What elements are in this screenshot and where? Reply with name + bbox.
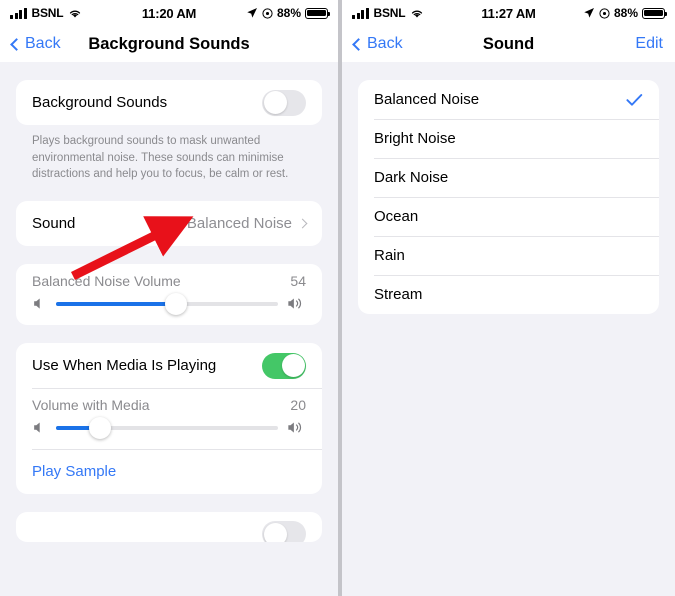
location-arrow-icon xyxy=(247,8,257,18)
status-bar-left: BSNL 11:20 AM 88% xyxy=(0,0,338,26)
volume-slider-fill xyxy=(56,301,176,306)
volume-value: 54 xyxy=(290,273,306,290)
chevron-left-icon xyxy=(10,37,23,51)
status-right-group: 88% xyxy=(583,6,668,20)
background-sounds-screen: BSNL 11:20 AM 88% Back Background Sounds… xyxy=(0,0,338,596)
speaker-high-icon xyxy=(288,422,302,433)
list-item[interactable]: Dark Noise xyxy=(358,158,659,197)
dual-screenshot-container: BSNL 11:20 AM 88% Back Background Sounds… xyxy=(0,0,675,596)
background-sounds-footnote: Plays background sounds to mask unwanted… xyxy=(32,135,289,181)
sound-option-label: Bright Noise xyxy=(374,130,456,147)
chevron-left-icon xyxy=(352,37,365,51)
sound-option-label: Stream xyxy=(374,286,423,303)
list-item[interactable]: Ocean xyxy=(358,197,659,236)
list-item[interactable]: Balanced Noise xyxy=(358,80,659,119)
media-slider-track[interactable] xyxy=(56,416,278,439)
next-section-card-partial xyxy=(16,512,322,543)
sound-card: Sound Balanced Noise xyxy=(16,201,322,247)
status-bar-right: BSNL 11:27 AM 88% xyxy=(342,0,675,26)
background-sounds-row[interactable]: Background Sounds xyxy=(16,80,322,125)
back-button[interactable]: Back xyxy=(352,35,403,53)
chevron-right-icon xyxy=(297,218,308,229)
list-item[interactable]: Stream xyxy=(358,275,659,314)
volume-label: Balanced Noise Volume xyxy=(32,273,181,290)
background-sounds-label: Background Sounds xyxy=(32,94,168,111)
speaker-low-icon xyxy=(34,422,40,433)
list-item[interactable]: Rain xyxy=(358,236,659,275)
use-when-media-toggle[interactable] xyxy=(262,352,306,379)
volume-card: Balanced Noise Volume 54 xyxy=(16,264,322,326)
speaker-low-icon xyxy=(34,298,40,309)
battery-full-icon xyxy=(642,7,668,19)
list-item[interactable]: Bright Noise xyxy=(358,119,659,158)
volume-header: Balanced Noise Volume 54 xyxy=(32,273,306,289)
media-volume-header: Volume with Media 20 xyxy=(32,397,306,413)
media-slider-row xyxy=(32,416,306,439)
battery-full-icon xyxy=(305,7,331,19)
nav-bar-left: Back Background Sounds xyxy=(0,26,338,62)
sound-option-label: Ocean xyxy=(374,208,419,225)
media-volume-label: Volume with Media xyxy=(32,397,150,414)
sound-option-label: Dark Noise xyxy=(374,169,449,186)
back-label: Back xyxy=(367,35,403,52)
play-sample-row[interactable]: Play Sample xyxy=(16,449,322,494)
right-content: Balanced Noise Bright Noise Dark Noise O… xyxy=(342,80,675,314)
battery-percent-label: 88% xyxy=(276,6,301,20)
sound-picker-screen: BSNL 11:27 AM 88% Back Sound Edit Balanc… xyxy=(342,0,675,596)
focus-circle-icon xyxy=(599,7,610,19)
nav-bar-right: Back Sound Edit xyxy=(342,26,675,62)
background-sounds-card: Background Sounds xyxy=(16,80,322,125)
balanced-noise-volume-block: Balanced Noise Volume 54 xyxy=(16,264,322,325)
back-label: Back xyxy=(25,35,61,52)
volume-slider-track[interactable] xyxy=(56,292,278,315)
volume-with-media-block: Volume with Media 20 xyxy=(16,388,322,449)
back-button[interactable]: Back xyxy=(10,35,61,53)
use-when-media-row[interactable]: Use When Media Is Playing xyxy=(16,343,322,388)
checkmark-icon xyxy=(626,93,643,106)
volume-slider-row xyxy=(32,292,306,315)
volume-slider-thumb[interactable] xyxy=(164,292,187,315)
sound-list: Balanced Noise Bright Noise Dark Noise O… xyxy=(358,80,659,314)
partial-toggle[interactable] xyxy=(262,521,306,543)
edit-button[interactable]: Edit xyxy=(635,35,663,53)
sound-value: Balanced Noise xyxy=(186,215,292,233)
battery-percent-label: 88% xyxy=(613,6,638,20)
focus-circle-icon xyxy=(262,7,273,19)
media-volume-row: Volume with Media 20 xyxy=(16,388,322,449)
sound-option-label: Balanced Noise xyxy=(374,91,480,108)
sound-option-label: Rain xyxy=(374,247,405,264)
media-card: Use When Media Is Playing Volume with Me… xyxy=(16,343,322,495)
use-when-media-label: Use When Media Is Playing xyxy=(32,357,217,375)
sound-label: Sound xyxy=(32,215,76,233)
sound-row[interactable]: Sound Balanced Noise xyxy=(16,201,322,246)
background-sounds-toggle[interactable] xyxy=(262,89,306,116)
play-sample-label: Play Sample xyxy=(32,463,117,481)
status-right-group: 88% xyxy=(246,6,331,20)
left-content: Background Sounds Plays background sound… xyxy=(0,80,338,543)
speaker-high-icon xyxy=(288,298,302,309)
location-arrow-icon xyxy=(584,8,594,18)
media-slider-thumb[interactable] xyxy=(89,416,112,439)
media-volume-value: 20 xyxy=(290,397,306,414)
